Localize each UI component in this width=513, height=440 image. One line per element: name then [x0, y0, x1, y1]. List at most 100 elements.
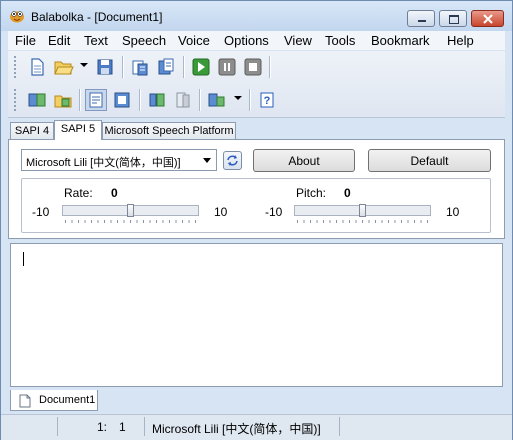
tab-sapi4[interactable]: SAPI 4 [10, 122, 54, 139]
sapi5-panel: Microsoft Lili [中文(简体，中国)] About Default… [8, 139, 505, 239]
voice-settings-icon [208, 93, 225, 107]
chevron-down-icon [203, 158, 211, 163]
toolbar-separator [183, 56, 185, 78]
menu-tools[interactable]: Tools [325, 33, 355, 48]
dictionary-icon [114, 92, 130, 108]
rate-slider-thumb[interactable] [127, 204, 134, 217]
tab-sapi5[interactable]: SAPI 5 [54, 120, 102, 140]
toolbar-separator [139, 89, 141, 111]
voice-select[interactable]: Microsoft Lili [中文(简体，中国)] [21, 149, 217, 171]
rate-label: Rate: [64, 186, 93, 200]
main-toolbar [8, 51, 505, 83]
minimize-button[interactable] [407, 10, 435, 27]
toolbar-grip[interactable] [14, 56, 19, 78]
maximize-button[interactable] [439, 10, 467, 27]
open-folder-icon [54, 61, 74, 75]
text-editor[interactable] [10, 243, 503, 387]
read-clipboard-button[interactable] [129, 56, 151, 78]
toolbar-area: ? [8, 51, 505, 118]
menu-options[interactable]: Options [224, 33, 269, 48]
open-button[interactable] [52, 56, 74, 78]
pitch-value: 0 [344, 186, 351, 200]
spell-check-icon [149, 93, 165, 107]
tab-speech-platform[interactable]: Microsoft Speech Platform [102, 122, 236, 139]
refresh-voices-button[interactable] [223, 151, 242, 170]
document-tab-label: Document1 [39, 394, 96, 406]
rate-slider-ticks [65, 220, 196, 223]
bookmark-icon [176, 92, 190, 108]
document-icon [19, 394, 31, 408]
dictionary-button[interactable] [111, 89, 133, 111]
convert-to-audio-icon [28, 93, 46, 107]
toolbar-separator [269, 56, 271, 78]
text-options-icon [89, 92, 103, 108]
maximize-icon [449, 15, 459, 24]
close-icon [483, 14, 493, 24]
menu-bar: File Edit Text Speech Voice Options View… [8, 31, 505, 50]
secondary-toolbar: ? [8, 84, 505, 116]
save-button[interactable] [94, 56, 116, 78]
convert-to-audio-button[interactable] [26, 89, 48, 111]
voice-settings-button[interactable] [206, 89, 228, 111]
app-logo-icon [10, 11, 24, 23]
rate-value: 0 [111, 186, 118, 200]
open-audio-folder-button[interactable] [52, 89, 74, 111]
pitch-slider-ticks [297, 220, 428, 223]
stop-icon [244, 58, 262, 76]
status-voice: Microsoft Lili [中文(简体，中国)] [152, 422, 321, 436]
save-icon [97, 59, 113, 75]
toolbar-grip[interactable] [14, 89, 19, 111]
toolbar-separator [249, 89, 251, 111]
menu-bookmark[interactable]: Bookmark [371, 33, 430, 48]
stop-button[interactable] [242, 56, 264, 78]
toolbar-separator [79, 89, 81, 111]
menu-text[interactable]: Text [84, 33, 108, 48]
menu-edit[interactable]: Edit [48, 33, 70, 48]
open-dropdown-icon[interactable] [80, 63, 88, 67]
about-button[interactable]: About [253, 149, 355, 172]
text-caret [23, 252, 24, 266]
document-tab[interactable]: Document1 [10, 390, 98, 411]
close-button[interactable] [471, 10, 504, 27]
svg-text:?: ? [264, 95, 271, 107]
new-document-button[interactable] [26, 56, 48, 78]
menu-voice[interactable]: Voice [178, 33, 210, 48]
help-icon: ? [260, 92, 274, 108]
rate-max-label: 10 [214, 205, 228, 219]
voice-select-value: Microsoft Lili [中文(简体，中国)] [26, 157, 181, 169]
pitch-label: Pitch: [296, 186, 327, 200]
play-button[interactable] [190, 56, 212, 78]
bookmark-button[interactable] [172, 89, 194, 111]
status-line: 1: [97, 420, 108, 434]
pitch-max-label: 10 [446, 205, 460, 219]
default-button[interactable]: Default [368, 149, 491, 172]
menu-file[interactable]: File [15, 33, 36, 48]
pause-button[interactable] [216, 56, 238, 78]
toolbar-separator [199, 89, 201, 111]
pause-icon [218, 58, 236, 76]
menu-view[interactable]: View [284, 33, 312, 48]
voice-settings-dropdown-icon[interactable] [234, 96, 242, 100]
app-window: Balabolka - [Document1] File Edit Text S… [0, 0, 513, 440]
menu-speech[interactable]: Speech [122, 33, 166, 48]
new-document-icon [31, 58, 44, 76]
pitch-min-label: -10 [265, 205, 283, 219]
voice-parameters-group: Rate: 0 -10 10 Pitch: 0 -10 10 [21, 178, 491, 233]
open-audio-folder-icon [54, 95, 72, 108]
rate-min-label: -10 [32, 205, 50, 219]
spell-check-button[interactable] [146, 89, 168, 111]
toolbar-separator [122, 56, 124, 78]
engine-tabs: SAPI 4 SAPI 5 Microsoft Speech Platform [8, 120, 505, 140]
help-button[interactable]: ? [256, 89, 278, 111]
menu-help[interactable]: Help [447, 33, 474, 48]
pitch-slider-thumb[interactable] [359, 204, 366, 217]
text-options-button[interactable] [85, 89, 107, 111]
title-bar[interactable]: Balabolka - [Document1] [1, 1, 512, 31]
read-selection-icon [158, 58, 174, 75]
status-separator [57, 417, 58, 436]
minimize-icon [418, 20, 426, 22]
play-icon [192, 58, 210, 76]
refresh-icon [227, 155, 238, 166]
status-separator [144, 417, 145, 436]
read-selection-button[interactable] [155, 56, 177, 78]
